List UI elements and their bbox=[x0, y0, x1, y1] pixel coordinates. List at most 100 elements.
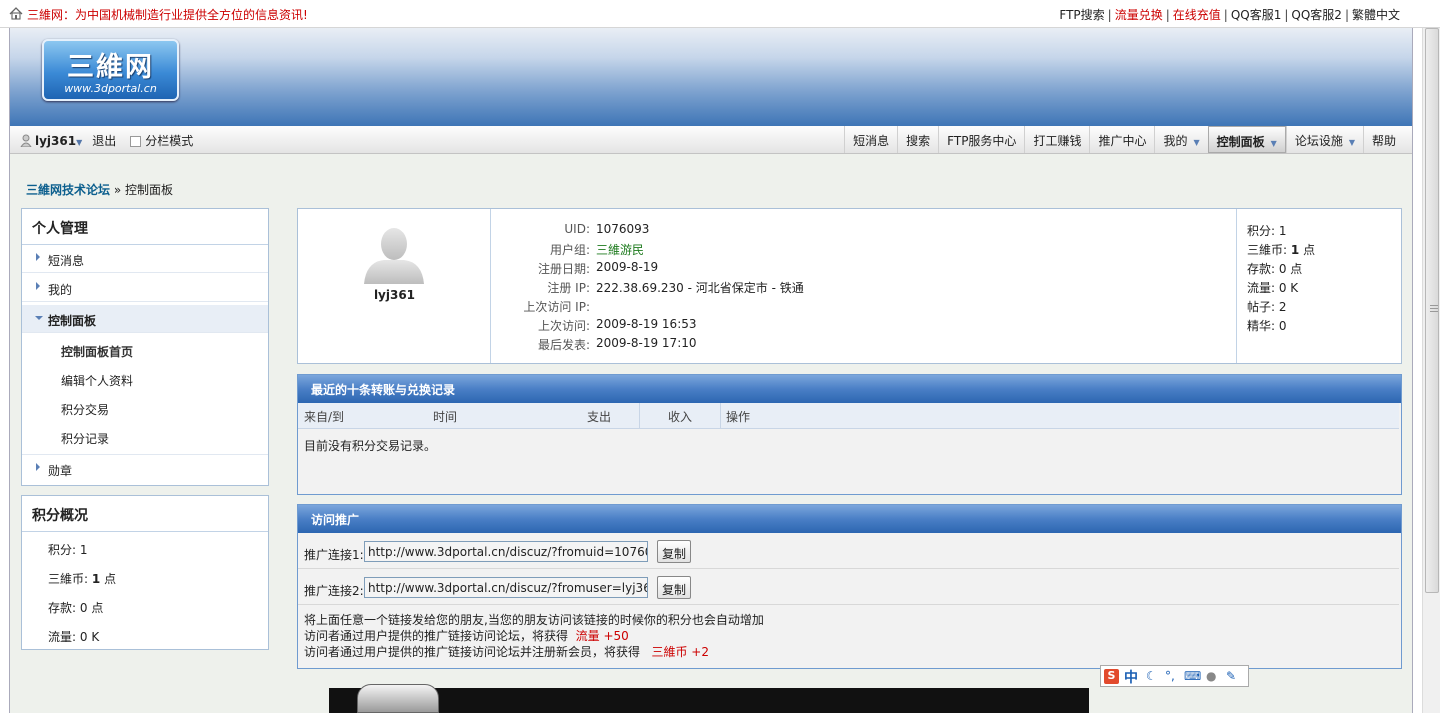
stat-posts: 帖子: 2 bbox=[1247, 300, 1287, 314]
promotion-title: 访问推广 bbox=[298, 505, 1401, 533]
scrollbar-thumb[interactable] bbox=[1425, 28, 1439, 593]
nav-help[interactable]: 帮助 bbox=[1362, 126, 1404, 153]
arrow-right-icon bbox=[36, 463, 40, 471]
sidebar-sub-control-home[interactable]: 控制面板首页 bbox=[22, 336, 268, 364]
stat-coins: 三維币: 1 点 bbox=[1247, 243, 1316, 257]
promo-link-2-input[interactable]: http://www.3dportal.cn/discuz/?fromuser=… bbox=[364, 577, 648, 598]
traffic-exchange-link[interactable]: 流量兑换 bbox=[1115, 8, 1163, 22]
copy-link-1-button[interactable]: 复制 bbox=[657, 540, 691, 563]
nav-search[interactable]: 搜索 bbox=[897, 126, 938, 153]
wrench-icon[interactable]: ✎ bbox=[1226, 669, 1236, 683]
col-expense: 支出 bbox=[587, 410, 612, 424]
arrow-right-icon bbox=[36, 253, 40, 261]
score-points: 积分: 1 bbox=[48, 543, 88, 557]
chevron-down-icon[interactable]: ▼ bbox=[76, 138, 82, 147]
avatar-icon bbox=[364, 228, 424, 284]
nav-control-panel[interactable]: 控制面板 ▼ bbox=[1207, 126, 1286, 153]
qq-service-2-link[interactable]: QQ客服2 bbox=[1291, 8, 1342, 22]
nav-ftp-service[interactable]: FTP服务中心 bbox=[938, 126, 1024, 153]
nav-messages[interactable]: 短消息 bbox=[844, 126, 897, 153]
split-mode-label[interactable]: 分栏模式 bbox=[145, 134, 193, 148]
online-recharge-link[interactable]: 在线充值 bbox=[1173, 8, 1221, 22]
records-title: 最近的十条转账与兑换记录 bbox=[298, 375, 1401, 403]
breadcrumb-separator: » bbox=[113, 183, 122, 197]
logo-url: www.3dportal.cn bbox=[64, 82, 157, 95]
sidebar-sub-edit-profile[interactable]: 编辑个人资料 bbox=[22, 365, 268, 393]
info-row-regip: 注册 IP: 222.38.69.230 - 河北省保定市 - 铁通 bbox=[547, 281, 804, 295]
records-panel: 最近的十条转账与兑换记录 来自/到 时间 支出 收入 操作 目前没有积分交易记录… bbox=[297, 374, 1402, 495]
header-banner: 三維网 www.3dportal.cn bbox=[10, 28, 1412, 126]
col-action: 操作 bbox=[726, 410, 751, 424]
score-traffic: 流量: 0 K bbox=[48, 630, 100, 644]
sidebar-item-control-panel[interactable]: 控制面板 bbox=[22, 305, 268, 333]
home-icon[interactable] bbox=[9, 7, 23, 20]
nav-menu: 短消息 搜索 FTP服务中心 打工赚钱 推广中心 我的 ▼ 控制面板 ▼ 论坛设施 ▼… bbox=[844, 126, 1404, 153]
profile-panel: lyj361 UID: 1076093 用户组: 三維游民 注册日期: 2009-8-… bbox=[297, 208, 1402, 364]
vertical-scrollbar[interactable] bbox=[1422, 28, 1440, 713]
site-slogan: 三維网：为中国机械制造行业提供全方位的信息资讯! bbox=[27, 8, 308, 22]
info-row-lastpost: 最后发表: 2009-8-19 17:10 bbox=[537, 336, 697, 352]
copy-link-2-button[interactable]: 复制 bbox=[657, 576, 691, 599]
sidebar-sub-score-trade[interactable]: 积分交易 bbox=[22, 394, 268, 422]
records-empty-message: 目前没有积分交易记录。 bbox=[304, 439, 437, 453]
promotion-panel: 访问推广 推广连接1: http://www.3dportal.cn/discu… bbox=[297, 504, 1402, 669]
stat-digest: 精华: 0 bbox=[1247, 319, 1287, 333]
promo-link-1-input[interactable]: http://www.3dportal.cn/discuz/?fromuid=1… bbox=[364, 541, 648, 562]
username-link[interactable]: lyj361 bbox=[35, 134, 76, 148]
info-row-regdate: 注册日期: 2009-8-19 bbox=[537, 260, 659, 276]
punctuation-icon[interactable]: °, bbox=[1165, 669, 1175, 683]
bottom-banner[interactable] bbox=[329, 688, 1089, 713]
qq-service-1-link[interactable]: QQ客服1 bbox=[1231, 8, 1282, 22]
nav-earn-money[interactable]: 打工赚钱 bbox=[1024, 126, 1089, 153]
promo-desc-2: 访问者通过用户提供的推广链接访问论坛，将获得 流量 +50 bbox=[304, 629, 629, 643]
breadcrumb: 三維网技术论坛 » 控制面板 bbox=[26, 181, 173, 198]
promo-desc-1: 将上面任意一个链接发给您的朋友,当您的朋友访问该链接的时候你的积分也会自动增加 bbox=[304, 613, 764, 627]
col-from-to: 来自/到 bbox=[304, 410, 345, 424]
user-group-link[interactable]: 三維游民 bbox=[596, 241, 644, 258]
profile-stats: 积分: 1 三維币: 1 点 存款: 0 点 流量: 0 K 帖子: 2 精华:… bbox=[1236, 209, 1401, 363]
col-income: 收入 bbox=[668, 410, 693, 424]
arrow-right-icon bbox=[36, 282, 40, 290]
user-menu: lyj361▼ 退出 分栏模式 bbox=[20, 132, 193, 149]
nav-bar: lyj361▼ 退出 分栏模式 短消息 搜索 FTP服务中心 打工赚钱 推广中心 我… bbox=[10, 126, 1412, 154]
main-frame: 三維网 www.3dportal.cn lyj361▼ 退出 分栏模式 短消息 搜索… bbox=[9, 28, 1413, 713]
stat-traffic: 流量: 0 K bbox=[1247, 281, 1299, 295]
stat-points: 积分: 1 bbox=[1247, 224, 1287, 238]
sidebar-item-medals[interactable]: 勋章 bbox=[22, 454, 268, 482]
stat-deposit: 存款: 0 点 bbox=[1247, 262, 1303, 276]
sidebar-item-messages[interactable]: 短消息 bbox=[22, 245, 268, 273]
ftp-search-link[interactable]: FTP搜索 bbox=[1059, 8, 1104, 22]
ime-toolbar[interactable]: S 中 ☾ °, ⌨ ● ✎ bbox=[1100, 665, 1249, 687]
nav-promotion-center[interactable]: 推广中心 bbox=[1089, 126, 1154, 153]
nav-forum-tools[interactable]: 论坛设施 ▼ bbox=[1285, 126, 1363, 153]
info-row-uid: UID: 1076093 bbox=[564, 222, 650, 236]
user-icon[interactable]: ● bbox=[1206, 669, 1216, 683]
promo-link-2-label: 推广连接2: bbox=[304, 584, 364, 598]
ime-mode[interactable]: 中 bbox=[1124, 667, 1138, 687]
score-overview-panel: 积分概况 积分: 1 三維币: 1 点 存款: 0 点 流量: 0 K bbox=[21, 495, 269, 650]
top-links: FTP搜索 | 流量兑换 | 在线充值 | QQ客服1 | QQ客服2 | 繁體中文 bbox=[1059, 8, 1400, 22]
sidebar-item-mine[interactable]: 我的 bbox=[22, 274, 268, 302]
traditional-chinese-link[interactable]: 繁體中文 bbox=[1352, 8, 1400, 22]
moon-icon[interactable]: ☾ bbox=[1146, 669, 1157, 683]
split-mode-checkbox[interactable] bbox=[130, 136, 142, 147]
col-time: 时间 bbox=[433, 410, 458, 424]
breadcrumb-current: 控制面板 bbox=[125, 183, 174, 197]
profile-info: UID: 1076093 用户组: 三維游民 注册日期: 2009-8-19 注册 I… bbox=[492, 209, 1236, 363]
promo-desc-3: 访问者通过用户提供的推广链接访问论坛并注册新会员，将获得 三維币 +2 bbox=[304, 645, 709, 659]
score-overview-title: 积分概况 bbox=[22, 496, 268, 532]
keyboard-icon[interactable]: ⌨ bbox=[1184, 669, 1201, 683]
promo-link-1-label: 推广连接1: bbox=[304, 548, 364, 562]
nav-mine[interactable]: 我的 ▼ bbox=[1154, 126, 1207, 153]
sidebar-sub-score-log[interactable]: 积分记录 bbox=[22, 423, 268, 451]
score-deposit: 存款: 0 点 bbox=[48, 601, 104, 615]
info-row-lastip: 上次访问 IP: bbox=[523, 300, 590, 314]
logout-link[interactable]: 退出 bbox=[92, 134, 116, 148]
top-bar: 三維网：为中国机械制造行业提供全方位的信息资讯! FTP搜索 | 流量兑换 | 在线充值… bbox=[0, 0, 1440, 28]
breadcrumb-home-link[interactable]: 三維网技术论坛 bbox=[26, 183, 110, 197]
chevron-down-icon: ▼ bbox=[1348, 138, 1355, 147]
sogou-icon[interactable]: S bbox=[1104, 669, 1119, 684]
chevron-down-icon: ▼ bbox=[1193, 138, 1200, 147]
site-logo[interactable]: 三維网 www.3dportal.cn bbox=[42, 39, 179, 101]
promo-link-row-1: 推广连接1: http://www.3dportal.cn/discuz/?fr… bbox=[298, 533, 1399, 569]
